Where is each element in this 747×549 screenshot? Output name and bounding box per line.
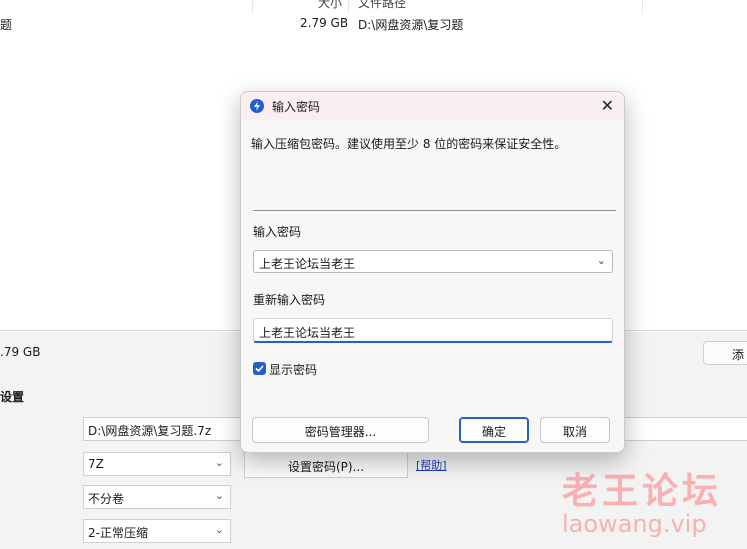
password-manager-button[interactable]: 密码管理器...	[252, 417, 429, 443]
compression-level-value: 2-正常压缩	[88, 526, 148, 540]
column-header-path[interactable]: 文件路径	[358, 0, 406, 11]
format-value: 7Z	[88, 457, 104, 471]
ok-button[interactable]: 确定	[459, 417, 529, 443]
password-dialog: 输入密码 ✕ 输入压缩包密码。建议使用至少 8 位的密码来保证安全性。 输入密码…	[240, 91, 625, 453]
watermark-text: 老王论坛	[562, 471, 723, 512]
column-separator	[252, 0, 253, 14]
show-password-label[interactable]: 显示密码	[269, 361, 317, 378]
confirm-password-label: 重新输入密码	[253, 293, 326, 307]
app-icon	[250, 99, 264, 113]
help-link[interactable]: [帮助]	[416, 457, 447, 473]
archive-path-input[interactable]: D:\网盘资源\复习题.7z	[83, 417, 263, 441]
confirm-password-input[interactable]: 上老王论坛当老王	[253, 318, 613, 343]
compression-level-select[interactable]: 2-正常压缩 ⌄	[83, 519, 231, 543]
close-icon[interactable]: ✕	[601, 96, 614, 115]
chevron-down-icon[interactable]: ⌄	[597, 254, 606, 267]
dialog-title: 输入密码	[272, 100, 321, 114]
password-label: 输入密码	[253, 225, 302, 239]
chevron-down-icon: ⌄	[214, 489, 224, 502]
watermark-url: laowang.vip	[562, 510, 707, 538]
dialog-description: 输入压缩包密码。建议使用至少 8 位的密码来保证安全性。	[251, 137, 567, 151]
chevron-down-icon: ⌄	[214, 523, 224, 536]
password-combobox[interactable]: 上老王论坛当老王 ⌄	[253, 250, 613, 273]
total-size-text: .79 GB	[0, 345, 41, 359]
column-separator	[348, 0, 349, 14]
column-header-size[interactable]: 大小	[318, 0, 342, 11]
file-row-name: 题	[0, 18, 13, 32]
add-button[interactable]: 添	[703, 341, 747, 365]
divider	[253, 210, 616, 211]
show-password-checkbox[interactable]	[253, 362, 266, 375]
split-value: 不分卷	[88, 492, 125, 506]
set-password-button[interactable]: 设置密码(P)...	[244, 452, 408, 478]
cancel-button[interactable]: 取消	[540, 417, 610, 443]
password-value: 上老王论坛当老王	[259, 257, 356, 271]
file-row-size: 2.79 GB	[300, 16, 349, 30]
archive-path-input-extension[interactable]	[625, 417, 747, 441]
dialog-titlebar[interactable]: 输入密码 ✕	[241, 92, 624, 120]
chevron-down-icon: ⌄	[214, 456, 224, 469]
column-separator	[642, 0, 643, 14]
settings-title: 设置	[0, 390, 25, 404]
format-select[interactable]: 7Z ⌄	[83, 452, 231, 476]
split-select[interactable]: 不分卷 ⌄	[83, 485, 231, 509]
checkmark-icon	[255, 365, 264, 373]
file-row-path: D:\网盘资源\复习题	[358, 18, 464, 32]
confirm-password-value: 上老王论坛当老王	[259, 326, 356, 340]
